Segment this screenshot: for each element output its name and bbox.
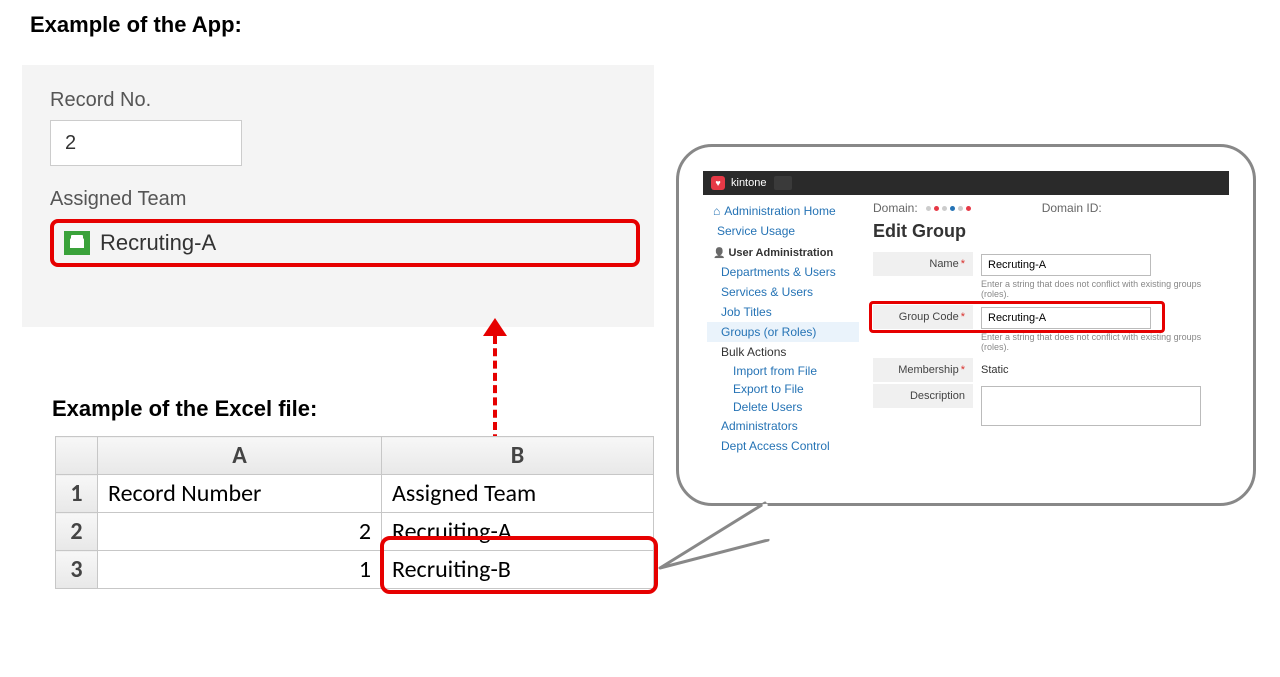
excel-table: A B 1 Record Number Assigned Team 2 2 Re… bbox=[55, 436, 654, 589]
sidebar-admin-home[interactable]: Administration Home bbox=[707, 201, 859, 221]
bear-icon bbox=[774, 176, 792, 190]
excel-cell-a1: Record Number bbox=[98, 475, 382, 513]
assigned-team-label: Assigned Team bbox=[50, 188, 626, 211]
arrow-head-icon bbox=[483, 318, 507, 336]
edit-group-title: Edit Group bbox=[873, 221, 1219, 242]
heading-app-example: Example of the App: bbox=[30, 12, 242, 38]
admin-header: kintone bbox=[703, 171, 1229, 195]
sidebar-service-usage[interactable]: Service Usage bbox=[707, 221, 859, 241]
name-input[interactable] bbox=[981, 254, 1151, 276]
brand-label: kintone bbox=[731, 177, 766, 189]
record-no-field[interactable] bbox=[50, 120, 242, 166]
domain-id-label: Domain ID: bbox=[1042, 201, 1102, 215]
admin-sidebar: Administration Home Service Usage User A… bbox=[703, 195, 863, 462]
membership-label: Membership* bbox=[873, 358, 973, 382]
sidebar-user-admin-section: User Administration bbox=[707, 241, 859, 262]
description-label: Description bbox=[873, 384, 973, 408]
heart-icon bbox=[711, 176, 725, 190]
group-code-hint: Enter a string that does not conflict wi… bbox=[981, 332, 1219, 352]
name-label: Name* bbox=[873, 252, 973, 276]
excel-row-1: 1 bbox=[56, 475, 98, 513]
excel-cell-a2: 2 bbox=[98, 513, 382, 551]
sidebar-delete-users[interactable]: Delete Users bbox=[707, 398, 859, 416]
name-hint: Enter a string that does not conflict wi… bbox=[981, 279, 1219, 299]
excel-cell-a3: 1 bbox=[98, 551, 382, 589]
excel-cell-b1: Assigned Team bbox=[382, 475, 654, 513]
record-no-label: Record No. bbox=[50, 89, 626, 112]
excel-row-3: 3 bbox=[56, 551, 98, 589]
group-icon bbox=[64, 231, 90, 255]
group-code-input[interactable] bbox=[981, 307, 1151, 329]
excel-cell-b2: Recruiting-A bbox=[382, 513, 654, 551]
sidebar-bulk-actions: Bulk Actions bbox=[707, 342, 859, 362]
assigned-team-value: Recruting-A bbox=[100, 230, 216, 256]
sidebar-job-titles[interactable]: Job Titles bbox=[707, 302, 859, 322]
domain-label: Domain: bbox=[873, 201, 918, 215]
group-code-label: Group Code* bbox=[873, 305, 973, 329]
heading-excel-example: Example of the Excel file: bbox=[52, 396, 317, 422]
excel-col-a: A bbox=[98, 437, 382, 475]
admin-window: kintone Administration Home Service Usag… bbox=[703, 171, 1229, 479]
membership-value: Static bbox=[981, 360, 1009, 376]
excel-corner bbox=[56, 437, 98, 475]
sidebar-dept-access[interactable]: Dept Access Control bbox=[707, 436, 859, 456]
sidebar-export[interactable]: Export to File bbox=[707, 380, 859, 398]
assigned-team-highlight: Recruting-A bbox=[50, 219, 640, 267]
description-input[interactable] bbox=[981, 386, 1201, 426]
excel-col-b: B bbox=[382, 437, 654, 475]
admin-callout: kintone Administration Home Service Usag… bbox=[676, 144, 1256, 506]
sidebar-services[interactable]: Services & Users bbox=[707, 282, 859, 302]
admin-main: Domain: Domain ID: Edit Group Name* Ente… bbox=[863, 195, 1229, 462]
sidebar-departments[interactable]: Departments & Users bbox=[707, 262, 859, 282]
callout-tail bbox=[650, 498, 770, 588]
sidebar-groups[interactable]: Groups (or Roles) bbox=[707, 322, 859, 342]
excel-cell-b3: Recruiting-B bbox=[382, 551, 654, 589]
excel-row-2: 2 bbox=[56, 513, 98, 551]
sidebar-administrators[interactable]: Administrators bbox=[707, 416, 859, 436]
domain-row: Domain: Domain ID: bbox=[873, 201, 1219, 215]
sidebar-import[interactable]: Import from File bbox=[707, 362, 859, 380]
app-example-panel: Record No. Assigned Team Recruting-A bbox=[22, 65, 654, 327]
